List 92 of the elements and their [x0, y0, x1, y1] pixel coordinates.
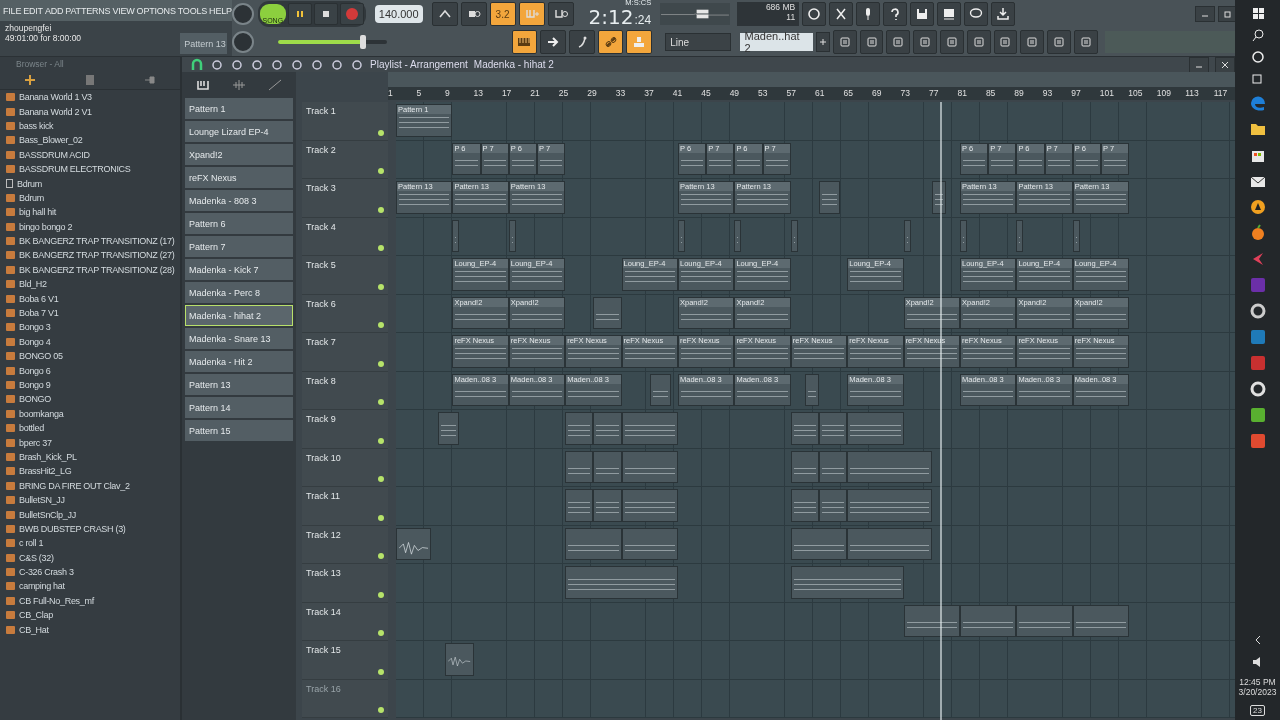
browser-item[interactable]: Boba 6 V1 — [6, 291, 180, 306]
hint-pattern: Pattern 13 — [180, 33, 227, 54]
browser-item[interactable]: BASSDRUM ELECTRONICS — [6, 161, 180, 177]
browser-item[interactable]: BK BANGERZ TRAP TRANSITIONZ (28) — [6, 262, 180, 278]
browser-item[interactable]: c roll 1 — [6, 536, 180, 551]
pattern-item[interactable]: Pattern 15 — [185, 420, 293, 441]
time-ruler[interactable]: 1 5 9 13 17 21 25 29 33 37 41 45 49 53 57 61 65 69 73 77 81 85 89 93 97 101 105 109 113 117 — [388, 87, 1235, 100]
track-header[interactable]: Track 12 — [302, 525, 388, 564]
menu-item[interactable]: HELP — [209, 5, 232, 16]
playlist-pattern: Madenka - hihat 2 — [473, 59, 554, 70]
menu-item[interactable]: FILE — [3, 5, 22, 16]
pattern-item[interactable]: Pattern 1 — [185, 98, 293, 119]
menu-item[interactable]: ADD — [44, 5, 64, 16]
track-header[interactable]: Track 2 — [302, 140, 388, 179]
browser-item[interactable]: BK BANGERZ TRAP TRANSITIONZ (27) — [6, 248, 180, 263]
browser-item[interactable]: big hall hit — [6, 205, 180, 220]
browser-item[interactable]: Banana World 2 V1 — [6, 104, 180, 119]
clock-time: 12:45 PM — [1238, 677, 1277, 687]
hint-user: zhoupengfei — [5, 23, 53, 33]
browser-item[interactable]: Bdrum — [6, 176, 180, 191]
menu-item[interactable]: TOOLS — [177, 5, 208, 16]
countdown-toggle[interactable]: 3.2 — [489, 2, 516, 26]
track-header[interactable]: Track 9 — [302, 410, 388, 449]
pattern-item[interactable]: Pattern 14 — [185, 397, 293, 418]
track-header[interactable]: Track 13 — [302, 564, 388, 603]
browser-item[interactable]: CB Full-No_Res_mf — [6, 593, 180, 609]
browser-item[interactable]: C-326 Crash 3 — [6, 564, 180, 580]
browser-item[interactable]: C&S (32) — [6, 550, 180, 565]
pattern-item[interactable]: Pattern 6 — [185, 213, 293, 234]
resource-monitor: 686 MB 11 — [737, 2, 800, 26]
tempo-field[interactable]: 140.000 — [374, 5, 423, 23]
browser-item[interactable]: camping hat — [6, 579, 180, 594]
track-header[interactable]: Track 4 — [302, 217, 388, 256]
pattern-item[interactable]: Madenka - hihat 2 — [185, 305, 293, 326]
track-header[interactable]: Track 5 — [302, 256, 388, 295]
track-header[interactable]: Track 8 — [302, 371, 388, 410]
browser-item[interactable]: bingo bongo 2 — [6, 219, 180, 234]
pattern-item[interactable]: Pattern 7 — [185, 236, 293, 257]
browser-item[interactable]: BONGO — [6, 392, 180, 407]
browser-item[interactable]: BASSDRUM ACID — [6, 147, 180, 162]
menu-item[interactable]: VIEW — [112, 5, 135, 16]
browser-item[interactable]: bottled — [6, 421, 180, 436]
browser-item[interactable]: CB_Hat — [6, 622, 180, 637]
browser-item[interactable]: Bdrum — [6, 190, 180, 206]
pattern-item[interactable]: Madenka - Perc 8 — [185, 282, 293, 303]
track-header[interactable]: Track 3 — [302, 179, 388, 218]
browser-item[interactable]: Brash_Kick_PL — [6, 449, 180, 465]
browser-item[interactable]: Bongo 3 — [6, 320, 180, 335]
browser-item[interactable]: BRING DA FIRE OUT Clav_2 — [6, 478, 180, 493]
browser-item[interactable]: boomkanga — [6, 406, 180, 421]
browser-item[interactable]: Banana World 1 V3 — [6, 90, 180, 105]
browser-title: Browser - All — [15, 58, 65, 71]
pattern-item[interactable]: Madenka - Kick 7 — [185, 259, 293, 280]
pattern-item[interactable]: Pattern 13 — [185, 374, 293, 395]
pattern-item[interactable]: Madenka - 808 3 — [185, 190, 293, 211]
hint-position: 49:01:00 for 8:00:00 — [5, 33, 83, 45]
browser-item[interactable]: bperc 37 — [6, 435, 180, 450]
browser-item[interactable]: Bld_H2 — [6, 277, 180, 292]
track-header[interactable]: Track 16 — [302, 679, 388, 718]
browser-item[interactable]: CB_Clap — [6, 608, 180, 623]
pattern-selector[interactable]: Maden..hat 2 — [739, 33, 814, 51]
pattern-item[interactable]: Madenka - Snare 13 — [185, 328, 293, 349]
browser-item[interactable]: BrassHit2_LG — [6, 464, 180, 479]
browser-item[interactable]: BWB DUBSTEP CRASH (3) — [6, 521, 180, 537]
notification-badge[interactable]: 23 — [1250, 705, 1265, 716]
pattern-item[interactable]: reFX Nexus — [185, 167, 293, 188]
browser-item[interactable]: BK BANGERZ TRAP TRANSITIONZ (17) — [6, 233, 180, 249]
track-header[interactable]: Track 10 — [302, 448, 388, 487]
browser-item[interactable]: Bongo 9 — [6, 377, 180, 393]
track-header[interactable]: Track 6 — [302, 294, 388, 333]
browser-item[interactable]: Boba 7 V1 — [6, 305, 180, 321]
menu-item[interactable]: EDIT — [23, 5, 43, 16]
track-header[interactable]: Track 14 — [302, 602, 388, 641]
pattern-item[interactable]: Xpand!2 — [185, 144, 293, 165]
browser-item[interactable]: Bongo 6 — [6, 363, 180, 378]
clock-date: 3/20/2023 — [1238, 687, 1277, 697]
track-header[interactable]: Track 7 — [302, 333, 388, 372]
browser-item[interactable]: BulletSnClp_JJ — [6, 507, 180, 522]
browser-item[interactable]: Bongo 4 — [6, 334, 180, 350]
playlist-title: Playlist - Arrangement — [370, 59, 468, 70]
pattern-item[interactable]: Madenka - Hit 2 — [185, 351, 293, 372]
snap-dropdown[interactable]: Line — [665, 33, 731, 51]
track-header[interactable]: Track 15 — [302, 641, 388, 680]
menu-item[interactable]: OPTIONS — [136, 5, 176, 16]
pattern-item[interactable]: Lounge Lizard EP-4 — [185, 121, 293, 142]
browser-item[interactable]: bass kick — [6, 118, 180, 134]
browser-item[interactable]: Bass_Blower_02 — [6, 133, 180, 148]
menu-item[interactable]: PATTERNS — [65, 5, 111, 16]
browser-item[interactable]: BONGO 05 — [6, 349, 180, 364]
track-header[interactable]: Track 1 — [302, 102, 388, 141]
track-header[interactable]: Track 11 — [302, 487, 388, 526]
browser-item[interactable]: BulletSN_JJ — [6, 492, 180, 508]
